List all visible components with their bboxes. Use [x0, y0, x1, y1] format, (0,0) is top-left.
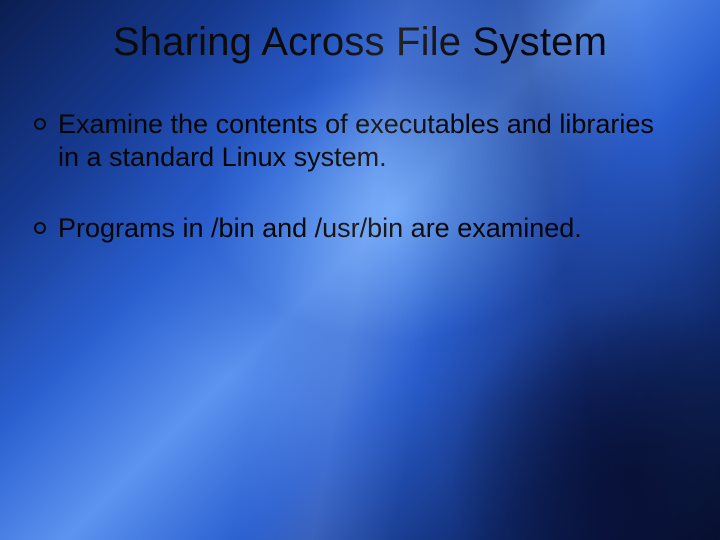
slide-body: Examine the contents of executables and …	[34, 108, 680, 283]
slide: Sharing Across File System Examine the c…	[0, 0, 720, 540]
bullet-item: Examine the contents of executables and …	[34, 108, 680, 174]
bullet-icon	[34, 118, 46, 130]
bullet-item: Programs in /bin and /usr/bin are examin…	[34, 212, 680, 245]
slide-title: Sharing Across File System	[0, 20, 720, 65]
bullet-text: Examine the contents of executables and …	[58, 109, 654, 172]
bullet-icon	[34, 222, 46, 234]
bullet-text: Programs in /bin and /usr/bin are examin…	[58, 213, 582, 243]
